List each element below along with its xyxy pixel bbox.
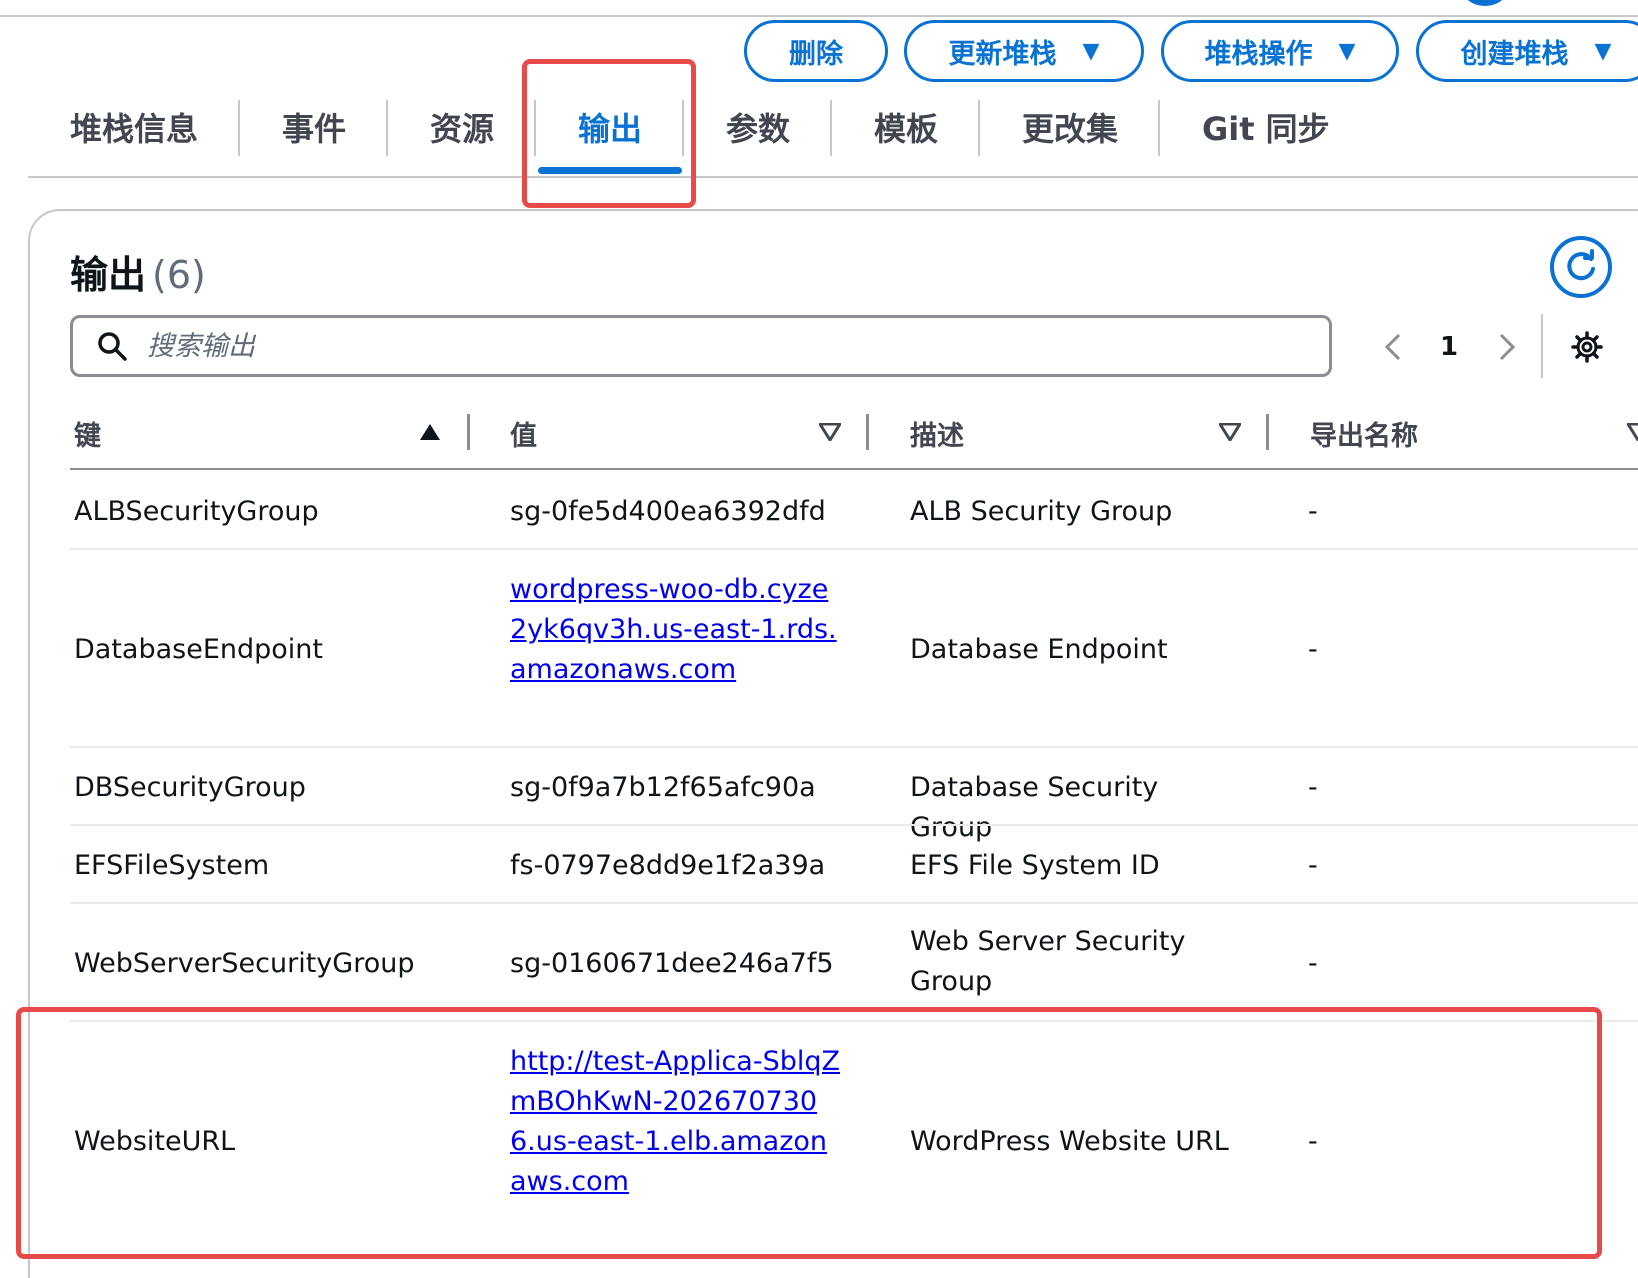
tab-template[interactable]: 模板 (874, 96, 938, 158)
search-icon (95, 329, 129, 363)
chevron-right-icon (1499, 333, 1516, 361)
stack-actions-label: 堆栈操作 (1204, 38, 1313, 70)
table-row-description: WordPress Website URL (910, 1126, 1229, 1157)
table-row-export-name: - (1308, 496, 1318, 527)
refresh-icon (1567, 249, 1595, 281)
column-resizer[interactable] (1266, 414, 1269, 450)
preferences-button[interactable] (1568, 328, 1606, 366)
pager-divider (1541, 314, 1543, 378)
table-row-value: wordpress-woo-db.cyze2yk6qv3h.us-east-1.… (510, 570, 840, 690)
tab-divider (238, 100, 240, 156)
table-row-value: fs-0797e8dd9e1f2a39a (510, 850, 826, 881)
caret-down-icon: ▼ (1338, 38, 1356, 64)
table-row-value: http://test-Applica-SblqZmBOhKwN-2026707… (510, 1042, 840, 1202)
current-page-number[interactable]: 1 (1440, 332, 1458, 362)
caret-down-icon: ▼ (1082, 38, 1100, 64)
tab-divider (1158, 100, 1160, 156)
tab-outputs[interactable]: 输出 (578, 96, 642, 158)
row-divider (70, 548, 1638, 550)
column-header-value[interactable]: 值 (510, 414, 537, 453)
row-divider (70, 902, 1638, 904)
website-url-link[interactable]: http://test-Applica-SblqZmBOhKwN-2026707… (510, 1046, 840, 1197)
tab-divider (978, 100, 980, 156)
table-row-export-name: - (1308, 634, 1318, 665)
search-input[interactable] (147, 330, 1247, 362)
column-header-export-name[interactable]: 导出名称 (1310, 414, 1418, 453)
table-row-export-name: - (1308, 772, 1318, 803)
table-row-value: sg-0f9a7b12f65afc90a (510, 772, 816, 803)
panel-title: 输出 (6) (70, 244, 206, 299)
database-endpoint-link[interactable]: wordpress-woo-db.cyze2yk6qv3h.us-east-1.… (510, 574, 837, 685)
table-row-key: DBSecurityGroup (74, 772, 306, 803)
table-row-export-name: - (1308, 1126, 1318, 1157)
tab-bar: 堆栈信息 事件 资源 输出 参数 模板 更改集 Git 同步 (28, 96, 1638, 178)
update-stack-label: 更新堆栈 (948, 38, 1057, 70)
table-row-value: sg-0160671dee246a7f5 (510, 948, 834, 979)
row-divider (70, 824, 1638, 826)
table-row-key: EFSFileSystem (74, 850, 270, 881)
gear-icon (1571, 331, 1603, 363)
tab-change-sets[interactable]: 更改集 (1022, 96, 1118, 158)
table-row-key: WebsiteURL (74, 1126, 236, 1157)
table-row-value: sg-0fe5d400ea6392dfd (510, 496, 826, 527)
update-stack-button[interactable]: 更新堆栈 ▼ (904, 20, 1144, 82)
tab-stack-info[interactable]: 堆栈信息 (70, 96, 198, 158)
sort-desc-icon[interactable] (1218, 420, 1242, 444)
tab-parameters[interactable]: 参数 (726, 96, 790, 158)
tab-events[interactable]: 事件 (282, 96, 346, 158)
stack-actions-button[interactable]: 堆栈操作 ▼ (1161, 20, 1399, 82)
active-tab-indicator (538, 167, 682, 174)
table-row-export-name: - (1308, 850, 1318, 881)
create-stack-label: 创建堆栈 (1460, 38, 1569, 70)
table-row-key: DatabaseEndpoint (74, 634, 323, 665)
delete-button[interactable]: 删除 (744, 20, 888, 82)
user-avatar[interactable] (1462, 0, 1508, 6)
caret-down-icon: ▼ (1594, 38, 1612, 64)
table-row-description: Database Security Group (910, 772, 1159, 843)
table-row-description: Database Endpoint (910, 634, 1168, 665)
tab-git-sync[interactable]: Git 同步 (1202, 96, 1330, 158)
table-row-export-name: - (1308, 948, 1318, 979)
next-page-button[interactable] (1492, 330, 1522, 364)
tab-resources[interactable]: 资源 (430, 96, 494, 158)
column-header-key[interactable]: 键 (74, 414, 101, 453)
sort-desc-icon[interactable] (1626, 420, 1638, 444)
table-row-description: EFS File System ID (910, 850, 1160, 881)
table-row-key: ALBSecurityGroup (74, 496, 319, 527)
column-header-description[interactable]: 描述 (910, 414, 964, 453)
search-box (70, 315, 1332, 377)
tab-divider (386, 100, 388, 156)
delete-button-label: 删除 (789, 38, 843, 70)
table-row-description: ALB Security Group (910, 496, 1173, 527)
sort-asc-icon[interactable] (418, 420, 442, 444)
column-resizer[interactable] (866, 414, 869, 450)
tab-divider (830, 100, 832, 156)
sort-desc-icon[interactable] (818, 420, 842, 444)
refresh-button[interactable] (1550, 236, 1612, 298)
panel-title-text: 输出 (70, 253, 147, 297)
top-divider (0, 15, 1638, 17)
table-row-key: WebServerSecurityGroup (74, 948, 415, 979)
create-stack-button[interactable]: 创建堆栈 ▼ (1416, 20, 1638, 82)
row-divider (70, 1020, 1638, 1022)
column-resizer[interactable] (467, 414, 470, 450)
tab-divider (682, 100, 684, 156)
table-header-divider (70, 468, 1638, 470)
tab-divider (534, 100, 536, 156)
row-divider (70, 746, 1638, 748)
table-row-description: Web Server Security Group (910, 926, 1186, 997)
output-count: (6) (152, 253, 206, 297)
chevron-left-icon (1384, 333, 1401, 361)
previous-page-button[interactable] (1378, 330, 1408, 364)
